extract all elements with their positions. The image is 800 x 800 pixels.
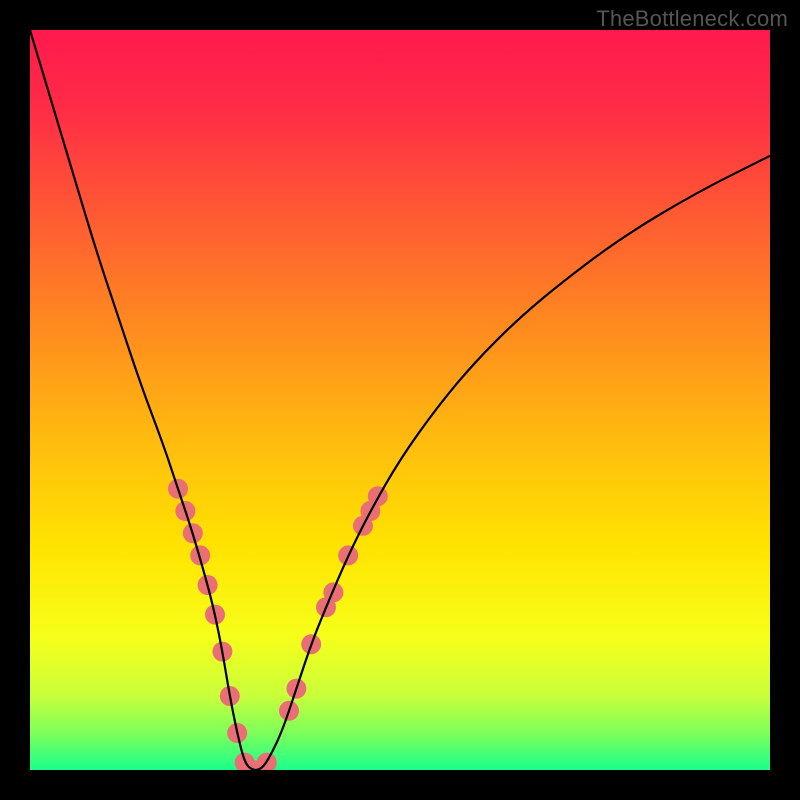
plot-area — [30, 30, 770, 770]
chart-frame: TheBottleneck.com — [0, 0, 800, 800]
chart-background — [30, 30, 770, 770]
chart-svg — [30, 30, 770, 770]
watermark-label: TheBottleneck.com — [596, 6, 788, 32]
